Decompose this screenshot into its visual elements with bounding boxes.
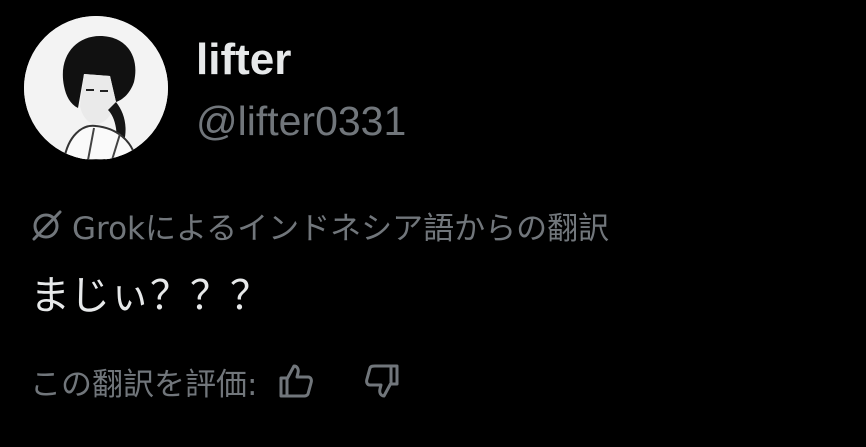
thumbs-down-icon <box>365 364 399 398</box>
translation-rating: この翻訳を評価: <box>30 358 407 404</box>
avatar-image <box>24 16 168 160</box>
thumbs-down-button[interactable] <box>357 358 407 404</box>
author-handle[interactable]: @lifter0331 <box>196 96 406 146</box>
tweet-text: まじぃ？？？ <box>30 273 270 319</box>
avatar[interactable] <box>24 16 168 160</box>
grok-icon <box>32 210 62 241</box>
translation-note-text: Grokによるインドネシア語からの翻訳 <box>72 210 610 247</box>
translation-note: Grokによるインドネシア語からの翻訳 <box>30 202 609 248</box>
thumbs-up-icon <box>279 364 314 398</box>
author-display-name[interactable]: lifter <box>196 34 291 86</box>
rating-label: この翻訳を評価: <box>30 366 258 403</box>
thumbs-up-button[interactable] <box>271 358 321 404</box>
